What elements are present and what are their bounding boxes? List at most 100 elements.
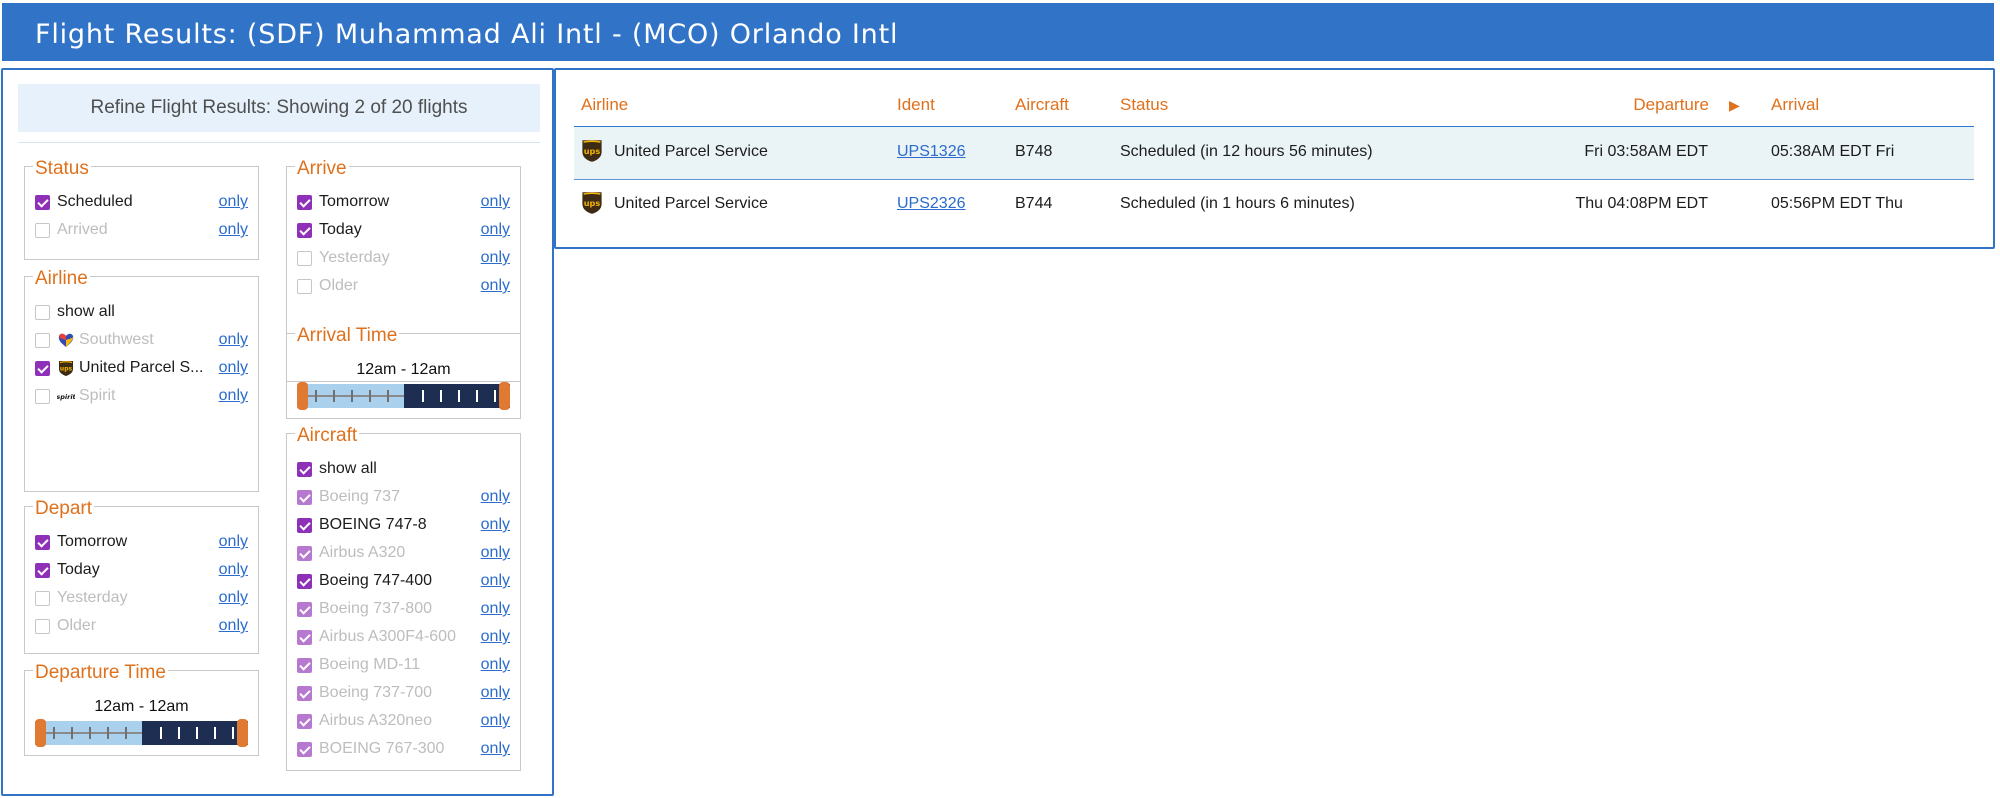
checkbox[interactable] [297,742,312,757]
checkbox[interactable] [35,195,50,210]
depart-option-tomorrow[interactable]: Tomorrow only [35,532,248,554]
airline-option-ups[interactable]: ups United Parcel S... only [35,358,248,380]
only-link[interactable]: only [219,359,248,377]
only-link[interactable]: only [481,544,510,562]
only-link[interactable]: only [481,249,510,267]
only-link[interactable]: only [481,488,510,506]
option-label: Scheduled [57,193,133,210]
checkbox[interactable] [297,195,312,210]
only-link[interactable]: only [481,740,510,758]
page-title: Flight Results: (SDF) Muhammad Ali Intl … [35,19,899,50]
checkbox[interactable] [297,602,312,617]
table-row[interactable]: ups United Parcel Service UPS2326 B744 S… [574,179,1974,231]
only-link[interactable]: only [481,684,510,702]
checkbox[interactable] [297,686,312,701]
checkbox[interactable] [297,462,312,477]
arrival-time-slider[interactable] [297,381,510,410]
flight-ident-link[interactable]: UPS2326 [897,195,966,213]
aircraft-option-airbus-a320[interactable]: Airbus A320 only [297,543,510,565]
depart-option-today[interactable]: Today only [35,560,248,582]
depart-option-yesterday[interactable]: Yesterday only [35,588,248,610]
range-start-handle[interactable] [35,719,46,747]
checkbox[interactable] [297,658,312,673]
range-end-handle[interactable] [499,382,510,410]
aircraft-option-airbus-a300f4-600[interactable]: Airbus A300F4-600 only [297,627,510,649]
checkbox[interactable] [35,563,50,578]
checkbox[interactable] [297,251,312,266]
checkbox[interactable] [35,333,50,348]
aircraft-option-boeing-767-300[interactable]: BOEING 767-300 only [297,739,510,761]
checkbox[interactable] [297,518,312,533]
arrive-option-today[interactable]: Today only [297,220,510,242]
aircraft-option-boeing-737-800[interactable]: Boeing 737-800 only [297,599,510,621]
option-label: Airbus A300F4-600 [319,628,456,645]
option-label: Today [319,221,362,238]
only-link[interactable]: only [219,387,248,405]
checkbox[interactable] [35,619,50,634]
checkbox[interactable] [297,223,312,238]
only-link[interactable]: only [481,221,510,239]
arrive-option-tomorrow[interactable]: Tomorrow only [297,192,510,214]
only-link[interactable]: only [219,617,248,635]
only-link[interactable]: only [219,331,248,349]
checkbox[interactable] [35,305,50,320]
option-label: Yesterday [57,589,128,606]
checkbox[interactable] [35,223,50,238]
depart-option-older[interactable]: Older only [35,616,248,638]
column-header-airline[interactable]: Airline [581,95,628,115]
aircraft-option-boeing-747-400[interactable]: Boeing 747-400 only [297,571,510,593]
only-link[interactable]: only [481,600,510,618]
arrive-option-older[interactable]: Older only [297,276,510,298]
only-link[interactable]: only [219,589,248,607]
only-link[interactable]: only [481,277,510,295]
option-label: Boeing 737 [319,488,400,505]
svg-text:ups: ups [584,146,601,156]
checkbox[interactable] [35,361,50,376]
flight-ident-link[interactable]: UPS1326 [897,143,966,161]
only-link[interactable]: only [219,561,248,579]
aircraft-option-boeing-737-700[interactable]: Boeing 737-700 only [297,683,510,705]
aircraft-option-boeing-md-11[interactable]: Boeing MD-11 only [297,655,510,677]
range-start-handle[interactable] [297,382,308,410]
aircraft-option-boeing-747-8[interactable]: BOEING 747-8 only [297,515,510,537]
checkbox[interactable] [297,714,312,729]
only-link[interactable]: only [219,221,248,239]
aircraft-option-airbus-a320neo[interactable]: Airbus A320neo only [297,711,510,733]
airline-show-all[interactable]: show all [35,302,248,324]
ups-logo-icon: ups [59,361,73,376]
only-link[interactable]: only [481,628,510,646]
checkbox[interactable] [35,591,50,606]
only-link[interactable]: only [219,533,248,551]
checkbox[interactable] [297,279,312,294]
column-header-status[interactable]: Status [1120,95,1168,115]
departure-time-range: 12am - 12am [94,698,189,715]
range-end-handle[interactable] [237,719,248,747]
checkbox[interactable] [297,630,312,645]
departure-time-slider[interactable] [35,718,248,747]
sort-arrow-icon[interactable]: ▶ [1729,97,1740,114]
only-link[interactable]: only [481,516,510,534]
only-link[interactable]: only [481,572,510,590]
column-header-ident[interactable]: Ident [897,95,935,115]
column-header-arrival[interactable]: Arrival [1771,95,1819,115]
checkbox[interactable] [297,574,312,589]
status-option-arrived[interactable]: Arrived only [35,220,248,242]
checkbox[interactable] [35,535,50,550]
aircraft-show-all[interactable]: show all [297,459,510,481]
column-header-aircraft[interactable]: Aircraft [1015,95,1069,115]
only-link[interactable]: only [481,193,510,211]
checkbox[interactable] [35,389,50,404]
only-link[interactable]: only [481,712,510,730]
column-header-departure[interactable]: Departure [1633,95,1709,115]
airline-option-spirit[interactable]: spirit Spirit only [35,386,248,408]
arrive-option-yesterday[interactable]: Yesterday only [297,248,510,270]
airline-option-southwest[interactable]: Southwest only [35,330,248,352]
only-link[interactable]: only [219,193,248,211]
flight-results-table: Airline Ident Aircraft Status Departure … [554,68,1995,249]
aircraft-option-boeing-737[interactable]: Boeing 737 only [297,487,510,509]
table-row[interactable]: ups United Parcel Service UPS1326 B748 S… [574,127,1974,179]
checkbox[interactable] [297,490,312,505]
status-option-scheduled[interactable]: Scheduled only [35,192,248,214]
only-link[interactable]: only [481,656,510,674]
checkbox[interactable] [297,546,312,561]
